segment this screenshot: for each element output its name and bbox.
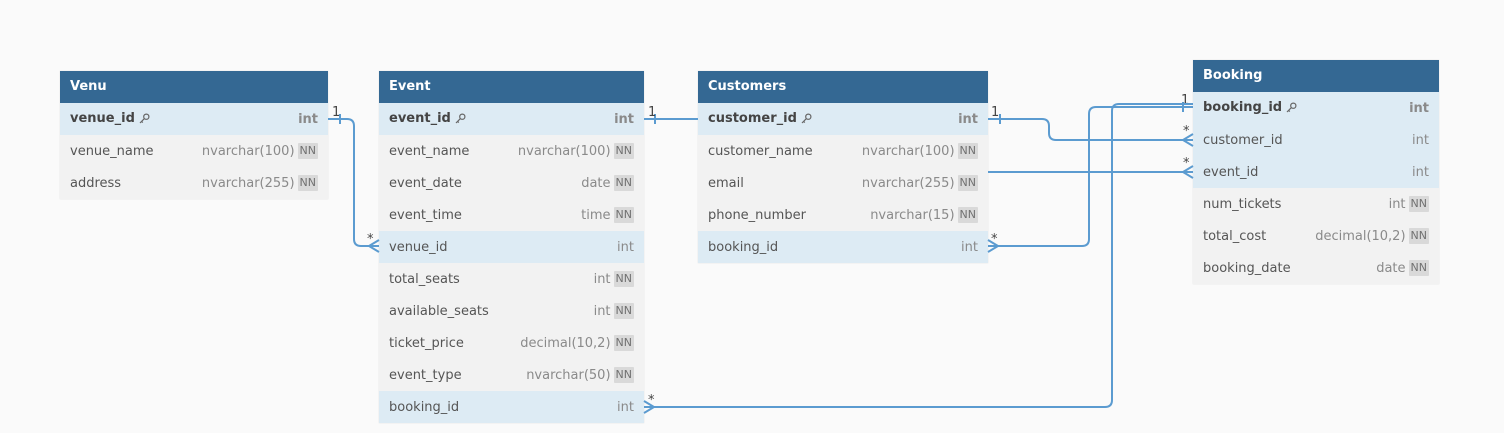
relation-customers-booking[interactable]: 1* <box>988 105 1194 147</box>
relation-event-customers[interactable]: 1 <box>644 105 698 124</box>
cardinality-label-to: * <box>1183 124 1190 139</box>
relation-line[interactable] <box>988 118 1193 141</box>
diagram-canvas[interactable]: Venu venue_id int venue_name nvarchar(100) NN… <box>0 0 1504 433</box>
relation-event-booking[interactable]: * <box>643 103 1193 414</box>
cardinality-label-to: * <box>648 393 655 408</box>
cardinality-label-from: 1 <box>332 105 340 120</box>
cardinality-label-from: 1 <box>991 105 999 120</box>
cardinality-label-from: 1 <box>648 105 656 120</box>
relation-line[interactable] <box>644 103 1193 408</box>
cardinality-label-from: 1 <box>1181 93 1189 108</box>
cardinality-label-to: * <box>991 232 998 247</box>
relation-line[interactable] <box>328 118 379 247</box>
cardinality-label-to: * <box>1183 156 1190 171</box>
cardinality-label-to: * <box>367 232 374 247</box>
relation-customers-email-booking[interactable]: * <box>988 156 1194 179</box>
relations-layer: 1*1 1*1*** <box>328 93 1194 414</box>
relation-line[interactable] <box>988 106 1193 247</box>
relation-venu-event[interactable]: 1* <box>328 105 380 253</box>
